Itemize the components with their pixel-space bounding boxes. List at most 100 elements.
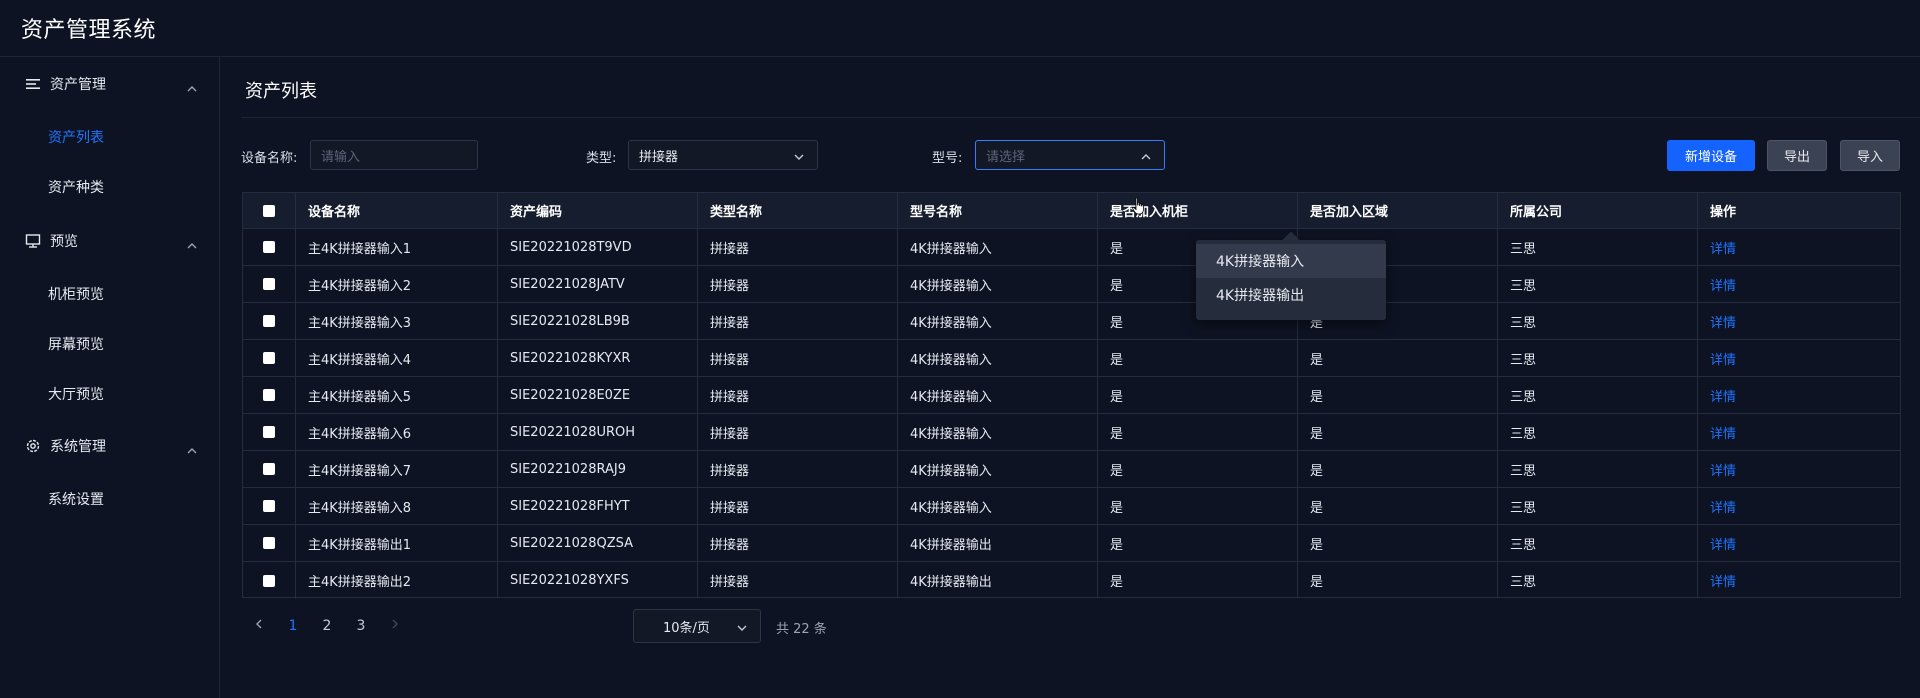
table-cell: 拼接器 (698, 377, 898, 413)
detail-link[interactable]: 详情 (1698, 488, 1900, 524)
export-button[interactable]: 导出 (1767, 140, 1827, 171)
detail-link[interactable]: 详情 (1698, 303, 1900, 339)
column-header: 操作 (1710, 205, 1737, 220)
detail-link[interactable]: 详情 (1698, 377, 1900, 413)
table-cell: 4K拼接器输入 (898, 266, 1098, 302)
table-header: 设备名称 资产编码 类型名称 型号名称 是否加入机柜 是否加入区域 所属公司 操… (243, 193, 1900, 229)
row-check-cell (243, 266, 296, 302)
table-cell: 4K拼接器输入 (898, 451, 1098, 487)
row-checkbox[interactable] (263, 500, 275, 512)
table-cell: 是 (1098, 414, 1298, 450)
row-check-cell (243, 303, 296, 339)
type-select[interactable]: 拼接器 (628, 140, 818, 170)
total-count: 共 22 条 (776, 622, 827, 637)
list-icon (24, 75, 42, 93)
table-cell: 拼接器 (698, 303, 898, 339)
type-select-value: 拼接器 (639, 149, 679, 165)
table-cell: 是 (1098, 525, 1298, 561)
table-row: 主4K拼接器输入2SIE20221028JATV拼接器4K拼接器输入是是三思详情 (243, 266, 1900, 303)
row-checkbox[interactable] (263, 463, 275, 475)
row-checkbox[interactable] (263, 537, 275, 549)
page-size-select[interactable]: 10条/页 (633, 609, 761, 643)
detail-link[interactable]: 详情 (1698, 451, 1900, 487)
chevron-down-icon (793, 150, 805, 165)
row-checkbox[interactable] (263, 426, 275, 438)
type-label: 类型: (586, 151, 617, 166)
select-all-checkbox[interactable] (263, 204, 275, 217)
detail-link[interactable]: 详情 (1698, 229, 1900, 265)
table-cell: 4K拼接器输入 (898, 414, 1098, 450)
sidebar-group-asset-management[interactable]: 资产管理 (0, 64, 220, 104)
table-row: 主4K拼接器输入6 SIE20221028UROH 拼接器 4K拼接器输入是是三思 详情 (243, 414, 1900, 451)
row-checkbox[interactable] (263, 352, 275, 364)
main-content: 资产列表 设备名称: 请输入 类型: 拼接器 型号: 请选择 新增设备 导出 导… (221, 57, 1920, 698)
prev-page-icon[interactable] (242, 618, 276, 634)
table-cell: 主4K拼接器输入6 (296, 414, 498, 450)
table-cell: SIE20221028QZSA (498, 525, 698, 561)
table-cell: 主4K拼接器输入5 (296, 377, 498, 413)
table-cell: 是 (1298, 377, 1498, 413)
device-name-input[interactable]: 请输入 (310, 140, 478, 170)
table-cell: 拼接器 (698, 340, 898, 376)
table-row: 主4K拼接器输入1SIE20221028T9VD拼接器4K拼接器输入是是三思详情 (243, 229, 1900, 266)
row-check-cell (243, 340, 296, 376)
sidebar-group-system-management[interactable]: 系统管理 (0, 426, 220, 466)
add-device-button[interactable]: 新增设备 (1667, 140, 1755, 171)
table-cell: SIE20221028YXFS (498, 562, 698, 599)
sidebar-item-system-settings[interactable]: 系统设置 (0, 479, 220, 519)
table-cell: SIE20221028T9VD (498, 229, 698, 265)
import-button[interactable]: 导入 (1840, 140, 1900, 171)
row-checkbox[interactable] (263, 241, 275, 253)
table-cell: 主4K拼接器输出1 (296, 525, 498, 561)
table-cell: 主4K拼接器输出2 (296, 562, 498, 599)
column-header: 是否加入机柜 (1098, 193, 1298, 228)
table-cell: 三思 (1498, 266, 1698, 302)
table-cell: 三思 (1498, 488, 1698, 524)
detail-link[interactable]: 详情 (1698, 340, 1900, 376)
table-cell: 三思 (1498, 340, 1698, 376)
page-size-value: 10条/页 (663, 620, 710, 636)
dropdown-option-4k-input[interactable]: 4K拼接器输入 (1196, 244, 1386, 278)
column-header: 资产编码 (498, 193, 698, 228)
row-checkbox[interactable] (263, 389, 275, 401)
table-cell: 三思 (1498, 562, 1698, 599)
sidebar-item-cabinet-preview[interactable]: 机柜预览 (0, 274, 220, 314)
row-checkbox[interactable] (263, 315, 275, 327)
table-row: 主4K拼接器输入4 SIE20221028KYXR 拼接器 4K拼接器输入是是三思 详情 (243, 340, 1900, 377)
table-cell: 拼接器 (698, 562, 898, 599)
column-header: 型号名称 (898, 193, 1098, 228)
page-1-button[interactable]: 1 (276, 618, 310, 634)
table-cell: 拼接器 (698, 229, 898, 265)
detail-link[interactable]: 详情 (1698, 266, 1900, 302)
app-title: 资产管理系统 (21, 18, 157, 43)
row-checkbox[interactable] (263, 574, 275, 587)
table-cell: 是 (1298, 414, 1498, 450)
page-3-button[interactable]: 3 (344, 618, 378, 634)
sidebar-item-asset-list[interactable]: 资产列表 (0, 117, 220, 157)
detail-link[interactable]: 详情 (1698, 414, 1900, 450)
table-cell: 4K拼接器输出 (898, 525, 1098, 561)
device-name-label: 设备名称: (241, 151, 298, 166)
sidebar-group-label: 资产管理 (50, 77, 106, 93)
next-page-icon[interactable] (378, 618, 412, 634)
page-title: 资产列表 (245, 81, 317, 102)
page-2-button[interactable]: 2 (310, 618, 344, 634)
detail-link[interactable]: 详情 (1698, 562, 1900, 599)
model-select[interactable]: 请选择 (975, 140, 1165, 170)
select-all-cell (243, 193, 296, 228)
sidebar-item-hall-preview[interactable]: 大厅预览 (0, 374, 220, 414)
table-body: 主4K拼接器输入1SIE20221028T9VD拼接器4K拼接器输入是是三思详情… (243, 229, 1900, 599)
table-row: 主4K拼接器输出2 SIE20221028YXFS 拼接器 4K拼接器输出是是三思 详情 (243, 562, 1900, 599)
table-cell: SIE20221028KYXR (498, 340, 698, 376)
sidebar-item-asset-category[interactable]: 资产种类 (0, 167, 220, 207)
column-header: 类型名称 (698, 193, 898, 228)
table-cell: 4K拼接器输出 (898, 562, 1098, 599)
sidebar-item-screen-preview[interactable]: 屏幕预览 (0, 324, 220, 364)
dropdown-option-4k-output[interactable]: 4K拼接器输出 (1196, 278, 1386, 312)
detail-link[interactable]: 详情 (1698, 525, 1900, 561)
table-cell: 拼接器 (698, 451, 898, 487)
sidebar-group-preview[interactable]: 预览 (0, 221, 220, 261)
row-checkbox[interactable] (263, 278, 275, 290)
row-check-cell (243, 451, 296, 487)
table-cell: 是 (1298, 525, 1498, 561)
